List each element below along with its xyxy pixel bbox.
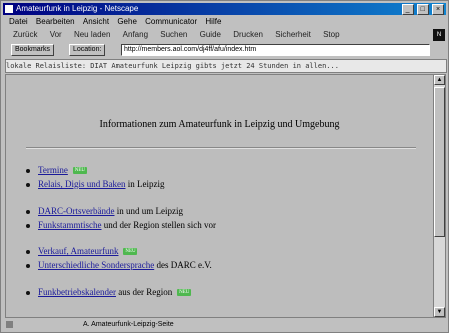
divider (26, 147, 416, 149)
bullet-icon (26, 290, 30, 295)
item-text: des DARC e.V. (154, 260, 212, 270)
reload-button[interactable]: Neu laden (74, 28, 110, 42)
status-text: A. Amateurfunk-Leipzig-Seite (83, 321, 174, 328)
item-text: und der Region stellen sich vor (101, 220, 216, 230)
new-badge-icon: NEU (72, 167, 87, 175)
list-item: Relais, Digis und Baken in Leipzig (26, 179, 165, 189)
item-text: in Leipzig (125, 179, 165, 189)
list-item: DARC-Ortsverbände in und um Leipzig (26, 206, 183, 216)
link-relais[interactable]: Relais, Digis und Baken (38, 179, 126, 189)
item-text: aus der Region (115, 287, 173, 297)
netscape-throbber-icon: N (433, 29, 445, 41)
menu-gehe[interactable]: Gehe (117, 17, 137, 26)
scroll-up-icon[interactable]: ▲ (434, 75, 445, 85)
maximize-button[interactable]: □ (416, 4, 429, 15)
scroll-down-icon[interactable]: ▼ (434, 307, 445, 317)
search-button[interactable]: Suchen (160, 28, 187, 42)
browser-window: Amateurfunk in Leipzig - Netscape _ □ × … (0, 0, 449, 333)
page-heading: Informationen zum Amateurfunk in Leipzig… (99, 119, 340, 130)
guide-button[interactable]: Guide (200, 28, 221, 42)
link-funkstammtische[interactable]: Funkstammtische (38, 220, 102, 230)
new-badge-icon: NEU (177, 289, 192, 297)
window-title: Amateurfunk in Leipzig - Netscape (16, 4, 139, 13)
link-verkauf[interactable]: Verkauf, Amateurfunk (38, 246, 118, 256)
item-text: in und um Leipzig (114, 206, 183, 216)
list-item: Verkauf, Amateurfunk NEU (26, 246, 138, 256)
list-item: Termine NEU (26, 165, 87, 175)
security-lock-icon (6, 321, 13, 328)
back-button[interactable]: Zurück (13, 28, 37, 42)
print-button[interactable]: Drucken (233, 28, 263, 42)
title-bar: Amateurfunk in Leipzig - Netscape _ □ × (3, 3, 446, 15)
menu-hilfe[interactable]: Hilfe (205, 17, 221, 26)
bullet-icon (26, 249, 30, 254)
location-label: Location: (69, 44, 106, 56)
page-content: Informationen zum Amateurfunk in Leipzig… (5, 74, 434, 318)
home-button[interactable]: Anfang (123, 28, 148, 42)
new-badge-icon: NEU (123, 248, 138, 256)
link-darc-ortsverbaende[interactable]: DARC-Ortsverbände (38, 206, 114, 216)
scroll-thumb[interactable] (434, 87, 445, 237)
menu-bearbeiten[interactable]: Bearbeiten (36, 17, 75, 26)
navigation-toolbar: Zurück Vor Neu laden Anfang Suchen Guide… (3, 28, 433, 42)
bullet-icon (26, 182, 30, 187)
menu-datei[interactable]: Datei (9, 17, 28, 26)
list-item: Funkstammtische und der Region stellen s… (26, 220, 216, 230)
bullet-icon (26, 223, 30, 228)
status-bar: A. Amateurfunk-Leipzig-Seite (3, 319, 446, 330)
link-termine[interactable]: Termine (38, 165, 68, 175)
url-input[interactable]: http://members.aol.com/dj4ff/afu/index.h… (121, 44, 430, 56)
forward-button[interactable]: Vor (50, 28, 62, 42)
link-funkbetriebskalender[interactable]: Funkbetriebskalender (38, 287, 116, 297)
menu-communicator[interactable]: Communicator (145, 17, 197, 26)
close-button[interactable]: × (432, 4, 444, 15)
bookmarks-button[interactable]: Bookmarks (11, 44, 55, 56)
location-bar: Bookmarks Location: http://members.aol.c… (3, 44, 446, 56)
security-button[interactable]: Sicherheit (275, 28, 311, 42)
netscape-logo-icon (5, 5, 13, 13)
link-sondersprache[interactable]: Unterschiedliche Sondersprache (38, 260, 154, 270)
bullet-icon (26, 263, 30, 268)
ticker-marquee: lokale Relaisliste: DIAT Amateurfunk Lei… (5, 59, 447, 73)
vertical-scrollbar[interactable]: ▲ ▼ (433, 74, 446, 318)
menu-ansicht[interactable]: Ansicht (83, 17, 109, 26)
bullet-icon (26, 209, 30, 214)
list-item: Funkbetriebskalender aus der Region NEU (26, 287, 192, 297)
minimize-button[interactable]: _ (401, 4, 414, 15)
menu-bar: Datei Bearbeiten Ansicht Gehe Communicat… (3, 16, 446, 27)
bullet-icon (26, 168, 30, 173)
list-item: Unterschiedliche Sondersprache des DARC … (26, 260, 212, 270)
stop-button[interactable]: Stop (323, 28, 339, 42)
window-controls: _ □ × (401, 4, 444, 15)
